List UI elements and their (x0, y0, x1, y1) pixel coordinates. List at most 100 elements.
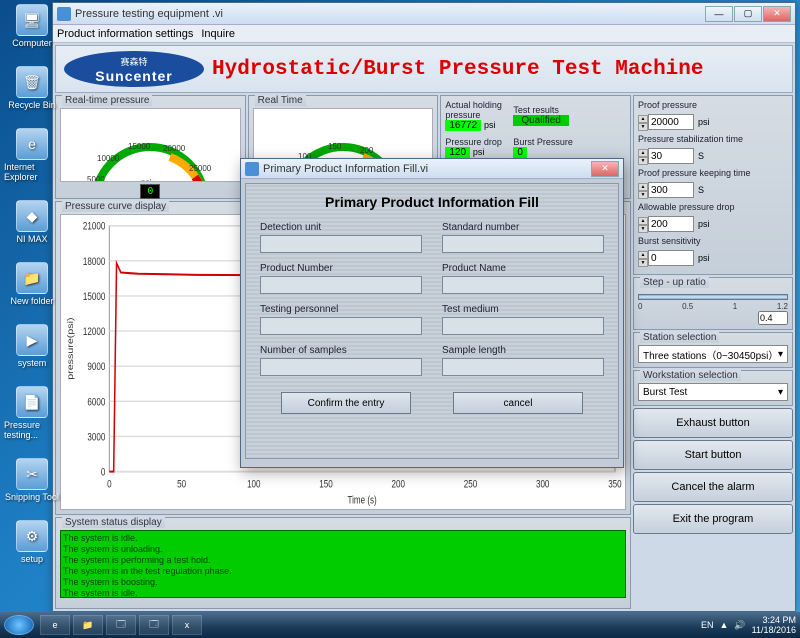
param-label: Burst sensitivity (638, 236, 788, 246)
svg-text:0: 0 (101, 467, 105, 479)
start-button[interactable]: Start button (633, 440, 793, 470)
svg-text:150: 150 (328, 142, 342, 151)
task-icon[interactable]: 🗔 (139, 615, 169, 635)
menu-product-info[interactable]: Product information settings (57, 28, 193, 40)
param-label: Proof pressure keeping time (638, 168, 788, 178)
svg-text:200: 200 (392, 479, 405, 491)
keeping-time-input[interactable] (648, 182, 694, 198)
svg-text:20000: 20000 (163, 144, 186, 153)
modal-title: Primary Product Information Fill (260, 194, 604, 210)
close-button[interactable]: ✕ (763, 6, 791, 22)
field-label: Test medium (442, 304, 604, 315)
drop-value: 120 (445, 147, 470, 158)
desktop-icon-ie[interactable]: eInternet Explorer (4, 128, 60, 182)
workstation-panel: Workstation selection Burst Test▾ (633, 370, 793, 406)
minimize-button[interactable]: — (705, 6, 733, 22)
spin-up-icon[interactable]: ▲ (638, 217, 648, 225)
svg-text:350: 350 (608, 479, 621, 491)
svg-text:300: 300 (536, 479, 549, 491)
desktop-icon-system[interactable]: ▶system (4, 324, 60, 368)
tray-network-icon[interactable]: 🔊 (734, 620, 745, 631)
svg-text:6000: 6000 (87, 396, 105, 408)
status-panel: System status display The system is idle… (55, 517, 631, 609)
product-info-modal: Primary Product Information Fill.vi ✕ Pr… (240, 158, 624, 468)
chevron-down-icon: ▾ (778, 349, 783, 360)
task-icon[interactable]: e (40, 615, 70, 635)
svg-text:50: 50 (177, 479, 186, 491)
cancel-alarm-button[interactable]: Cancel the alarm (633, 472, 793, 502)
spin-up-icon[interactable]: ▲ (638, 251, 648, 259)
confirm-button[interactable]: Confirm the entry (281, 392, 411, 414)
step-up-value[interactable] (758, 311, 788, 325)
cancel-button[interactable]: cancel (453, 392, 583, 414)
result-label: Test results (513, 105, 577, 115)
panel-title: System status display (62, 517, 165, 528)
exhaust-button[interactable]: Exhaust button (633, 408, 793, 438)
proof-pressure-input[interactable] (648, 114, 694, 130)
svg-text:pressure(psi): pressure(psi) (66, 317, 75, 379)
main-titlebar[interactable]: Pressure testing equipment .vi — ▢ ✕ (53, 3, 795, 25)
task-icon[interactable]: 📁 (73, 615, 103, 635)
app-title: Hydrostatic/Burst Pressure Test Machine (212, 58, 703, 81)
tray-date: 11/18/2016 (752, 625, 796, 635)
tray-lang[interactable]: EN (701, 620, 714, 630)
standard-number-input[interactable] (442, 235, 604, 253)
svg-text:18000: 18000 (83, 256, 105, 268)
spin-down-icon[interactable]: ▼ (638, 123, 648, 131)
step-up-slider[interactable] (638, 294, 788, 300)
start-button[interactable] (4, 615, 34, 635)
svg-text:200: 200 (360, 146, 374, 155)
field-label: Testing personnel (260, 304, 422, 315)
maximize-button[interactable]: ▢ (734, 6, 762, 22)
exit-button[interactable]: Exit the program (633, 504, 793, 534)
spin-down-icon[interactable]: ▼ (638, 225, 648, 233)
svg-text:12000: 12000 (83, 326, 105, 338)
param-label: Pressure stabilization time (638, 134, 788, 144)
desktop-icon-setup[interactable]: ⚙setup (4, 520, 60, 564)
system-tray[interactable]: EN ▲ 🔊 3:24 PM 11/18/2016 (701, 615, 796, 635)
status-line: The system is in the test regulation pha… (63, 566, 623, 577)
status-area[interactable]: The system is idle. The system is unload… (60, 530, 626, 598)
spin-up-icon[interactable]: ▲ (638, 149, 648, 157)
field-label: Detection unit (260, 222, 422, 233)
menu-inquire[interactable]: Inquire (201, 28, 235, 40)
svg-text:3000: 3000 (87, 431, 105, 443)
stabilization-input[interactable] (648, 148, 694, 164)
svg-text:psi: psi (141, 178, 151, 182)
allowable-drop-input[interactable] (648, 216, 694, 232)
test-medium-input[interactable] (442, 317, 604, 335)
desktop-icon-nimax[interactable]: ◆NI MAX (4, 200, 60, 244)
product-name-input[interactable] (442, 276, 604, 294)
spin-down-icon[interactable]: ▼ (638, 259, 648, 267)
workstation-dropdown[interactable]: Burst Test▾ (638, 383, 788, 401)
panel-title: Workstation selection (640, 370, 741, 381)
task-icon[interactable]: x (172, 615, 202, 635)
modal-titlebar[interactable]: Primary Product Information Fill.vi ✕ (241, 159, 623, 179)
field-label: Standard number (442, 222, 604, 233)
desktop-icon-computer[interactable]: 🖥Computer (4, 4, 60, 48)
burst-sensitivity-input[interactable] (648, 250, 694, 266)
spin-up-icon[interactable]: ▲ (638, 115, 648, 123)
status-line: The system is performing a test hold. (63, 555, 623, 566)
spin-down-icon[interactable]: ▼ (638, 191, 648, 199)
tray-time: 3:24 PM (752, 615, 796, 625)
desktop-icon-pressure[interactable]: 📄Pressure testing... (4, 386, 60, 440)
station-dropdown[interactable]: Three stations（0~30450psi）▾ (638, 345, 788, 363)
number-samples-input[interactable] (260, 358, 422, 376)
detection-unit-input[interactable] (260, 235, 422, 253)
modal-close-button[interactable]: ✕ (591, 161, 619, 177)
sample-length-input[interactable] (442, 358, 604, 376)
desktop-icon-folder[interactable]: 📁New folder (4, 262, 60, 306)
task-icon[interactable]: 🗔 (106, 615, 136, 635)
testing-personnel-input[interactable] (260, 317, 422, 335)
tray-flag-icon[interactable]: ▲ (719, 620, 728, 630)
panel-title: Pressure curve display (62, 201, 169, 212)
field-label: Product Number (260, 263, 422, 274)
holding-label: Actual holding pressure (445, 100, 509, 120)
desktop-icon-recycle[interactable]: 🗑Recycle Bin (4, 66, 60, 110)
product-number-input[interactable] (260, 276, 422, 294)
svg-text:10000: 10000 (97, 154, 120, 163)
desktop-icon-snip[interactable]: ✂Snipping Tool (4, 458, 60, 502)
spin-up-icon[interactable]: ▲ (638, 183, 648, 191)
spin-down-icon[interactable]: ▼ (638, 157, 648, 165)
